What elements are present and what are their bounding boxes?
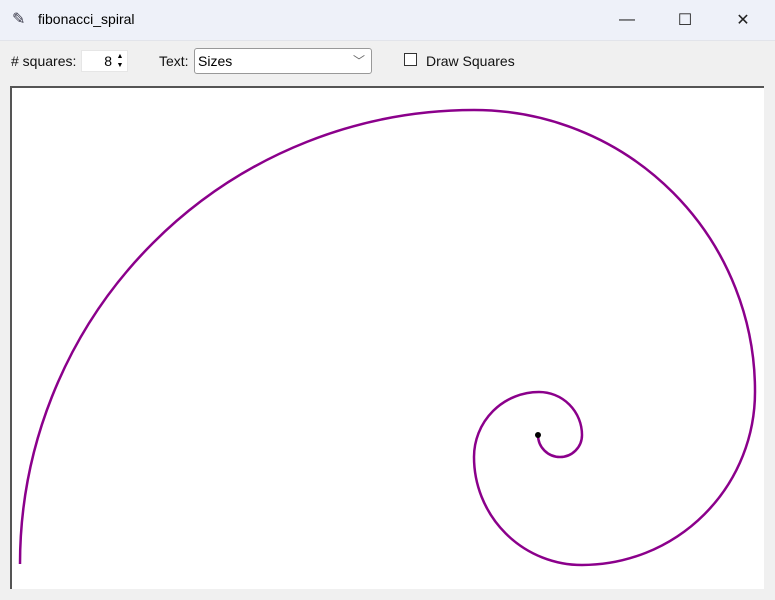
spiral-drawing [18,108,757,567]
fibonacci-spiral [18,108,757,567]
spiral-start-dot [535,432,541,438]
